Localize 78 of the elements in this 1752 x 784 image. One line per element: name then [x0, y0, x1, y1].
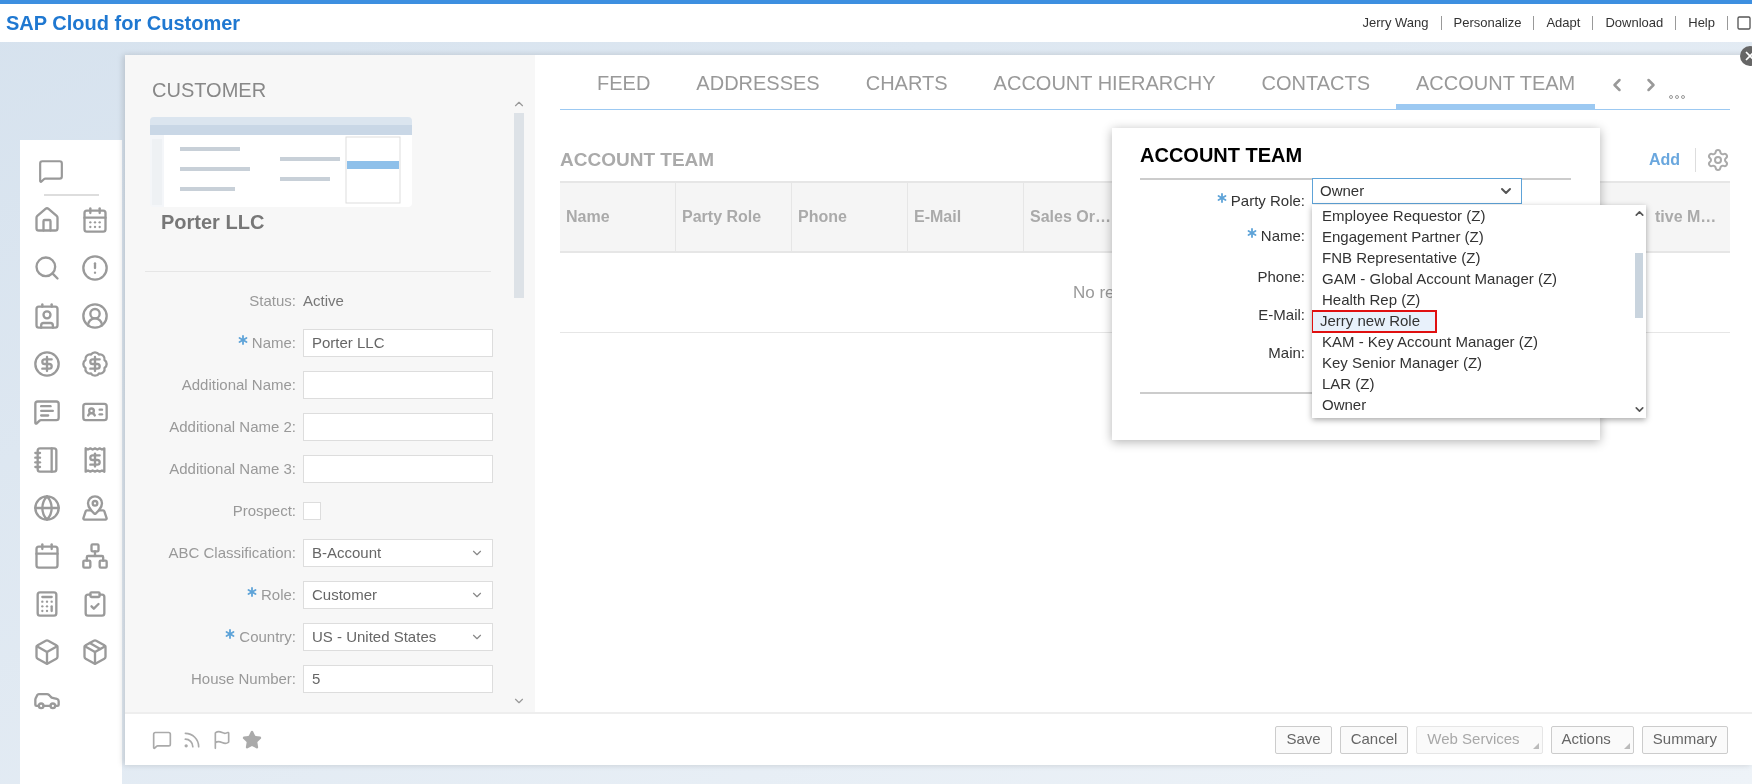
flag-icon[interactable] [212, 729, 232, 750]
field-label: House Number: [190, 668, 296, 689]
dollar-badge-icon[interactable] [81, 350, 109, 378]
dropdown-option[interactable]: Health Rep (Z) [1312, 290, 1632, 311]
status-value: Active [303, 290, 344, 311]
section-title: ACCOUNT TEAM [560, 147, 715, 172]
header-link[interactable]: Personalize [1441, 16, 1535, 30]
footer-button[interactable]: Actions [1550, 725, 1634, 754]
alert-icon[interactable] [81, 254, 109, 282]
header-link[interactable]: Help [1676, 16, 1728, 30]
field-label: Status: [249, 290, 296, 311]
contact-list-icon[interactable] [33, 302, 61, 330]
dropdown-option[interactable]: KAM - Key Account Manager (Z) [1312, 332, 1632, 353]
box-icon[interactable] [33, 638, 61, 666]
settings-icon[interactable] [1706, 148, 1730, 172]
field-label: E-Mail: [1258, 304, 1305, 325]
field-label: Prospect: [232, 500, 296, 521]
column-header: tive M… [1655, 207, 1715, 227]
chat-icon[interactable] [38, 158, 64, 184]
field-label: Additional Name 2: [169, 416, 296, 437]
checkbox[interactable] [303, 502, 321, 520]
chat-icon[interactable] [152, 729, 172, 750]
star-icon[interactable] [242, 729, 262, 750]
text-field[interactable] [303, 371, 493, 399]
dropdown-option[interactable]: GAM - Global Account Manager (Z) [1312, 269, 1632, 290]
calendar-icon[interactable] [81, 206, 109, 234]
search-icon[interactable] [33, 254, 61, 282]
footer-button[interactable]: Save [1275, 725, 1332, 754]
dropdown-option[interactable]: Jerry new Role [1312, 311, 1436, 332]
notebook-icon[interactable] [33, 446, 61, 474]
column-header: Party Role [676, 183, 792, 251]
package-icon[interactable] [81, 638, 109, 666]
field-label: Country: [239, 626, 296, 647]
dropdown-option[interactable]: Engagement Partner (Z) [1312, 227, 1632, 248]
party-role-select[interactable]: Owner [1312, 178, 1522, 204]
field-label: Additional Name 3: [169, 458, 296, 479]
map-pin-icon[interactable] [81, 494, 109, 522]
field-label: Name: [1260, 225, 1305, 246]
dropdown-option[interactable]: LAR (Z) [1312, 374, 1632, 395]
window-icon[interactable] [1736, 15, 1752, 31]
text-field[interactable]: Porter LLC [303, 329, 493, 357]
scrollbar-thumb[interactable] [514, 113, 524, 298]
column-header: Name [560, 183, 676, 251]
dropdown-field[interactable]: US - United States [303, 623, 493, 651]
header-link[interactable]: Download [1593, 16, 1677, 30]
text-field[interactable] [303, 413, 493, 441]
column-header: Phone [792, 183, 908, 251]
customer-name: Porter LLC [161, 210, 266, 235]
field-label: Main: [1268, 342, 1305, 363]
header-link[interactable]: Jerry Wang [1350, 16, 1442, 30]
dollar-coin-icon[interactable] [33, 350, 61, 378]
footer-button[interactable]: Summary [1641, 725, 1728, 754]
dropdown-option[interactable]: Key Senior Manager (Z) [1312, 353, 1632, 374]
text-field[interactable] [303, 455, 493, 483]
house-icon[interactable] [33, 206, 61, 234]
field-label: ABC Classification: [168, 542, 296, 563]
field-label: Role: [260, 584, 296, 605]
column-header: E-Mail [908, 183, 1024, 251]
app-title: SAP Cloud for Customer [6, 11, 241, 36]
footer-button[interactable]: Cancel [1339, 725, 1409, 754]
scrollbar-thumb[interactable] [1635, 253, 1643, 318]
panel-title: CUSTOMER [152, 78, 268, 103]
dropdown-option[interactable]: FNB Representative (Z) [1312, 248, 1632, 269]
header-link[interactable]: Adapt [1534, 16, 1594, 30]
calendar-icon[interactable] [33, 542, 61, 570]
message-icon[interactable] [33, 398, 61, 426]
hierarchy-icon[interactable] [81, 542, 109, 570]
field-label: Name: [251, 332, 296, 353]
dropdown-option[interactable]: Owner [1312, 395, 1632, 416]
dropdown-field[interactable]: B-Account [303, 539, 493, 567]
field-label: Party Role: [1230, 190, 1305, 211]
text-field[interactable]: 5 [303, 665, 493, 693]
user-icon[interactable] [81, 302, 109, 330]
field-label: Additional Name: [181, 374, 296, 395]
globe-icon[interactable] [33, 494, 61, 522]
dropdown-option[interactable]: Employee Requestor (Z) [1312, 206, 1632, 227]
field-label: Phone: [1257, 266, 1305, 287]
dropdown-field[interactable]: Customer [303, 581, 493, 609]
